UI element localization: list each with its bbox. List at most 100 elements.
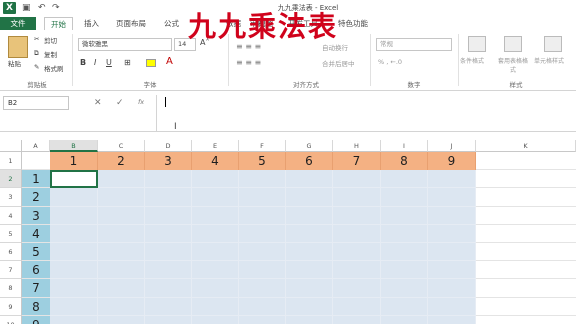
number-format-select[interactable]: 常规 (376, 38, 452, 51)
cell-h10[interactable] (333, 315, 381, 324)
cell-f2[interactable] (239, 170, 286, 189)
cell-j1[interactable]: 9 (428, 152, 476, 171)
select-all-corner[interactable] (0, 140, 22, 152)
cell-d2[interactable] (145, 170, 192, 189)
cell-g2[interactable] (286, 170, 333, 189)
format-painter-icon[interactable]: ✎ (34, 63, 39, 71)
cell-j6[interactable] (428, 243, 476, 262)
cell-b7[interactable] (50, 261, 98, 280)
cell-f8[interactable] (239, 279, 286, 298)
column-header-g[interactable]: G (286, 140, 333, 152)
cell-k1[interactable] (476, 152, 576, 171)
cell-a5[interactable]: 4 (22, 224, 50, 243)
cell-e4[interactable] (192, 206, 239, 225)
cell-f5[interactable] (239, 224, 286, 243)
cell-d5[interactable] (145, 224, 192, 243)
tab-home[interactable]: 开始 (44, 17, 73, 30)
cell-h7[interactable] (333, 261, 381, 280)
cell-j7[interactable] (428, 261, 476, 280)
cell-g7[interactable] (286, 261, 333, 280)
cut-icon[interactable]: ✂ (34, 35, 39, 43)
conditional-format-button[interactable]: 条件格式 (460, 56, 484, 65)
cell-k9[interactable] (476, 298, 576, 316)
conditional-format-icon[interactable] (468, 36, 486, 52)
cell-c4[interactable] (98, 206, 145, 225)
align-left-icon[interactable]: ≡ ≡ ≡ (236, 58, 261, 67)
row-header-10[interactable]: 10 (0, 315, 22, 324)
cell-f9[interactable] (239, 297, 286, 316)
cell-i2[interactable] (381, 170, 428, 189)
cell-g6[interactable] (286, 243, 333, 262)
cell-f6[interactable] (239, 243, 286, 262)
cell-e6[interactable] (192, 243, 239, 262)
cell-e2[interactable] (192, 170, 239, 189)
cell-h8[interactable] (333, 279, 381, 298)
cell-j10[interactable] (428, 315, 476, 324)
active-cell-b2[interactable] (50, 170, 98, 189)
cell-h5[interactable] (333, 224, 381, 243)
cell-g3[interactable] (286, 188, 333, 207)
column-header-c[interactable]: C (98, 140, 145, 152)
cell-b1[interactable]: 1 (50, 152, 98, 171)
cell-styles-icon[interactable] (544, 36, 562, 52)
column-header-d[interactable]: D (145, 140, 192, 152)
cell-a8[interactable]: 7 (22, 279, 50, 298)
underline-button[interactable]: U (106, 58, 112, 67)
cell-i7[interactable] (381, 261, 428, 280)
tab-insert[interactable]: 插入 (78, 17, 105, 30)
cell-d3[interactable] (145, 188, 192, 207)
fill-color-icon[interactable] (146, 59, 156, 67)
cell-b3[interactable] (50, 188, 98, 207)
cell-d1[interactable]: 3 (145, 152, 192, 171)
column-header-k[interactable]: K (476, 140, 576, 152)
cell-j9[interactable] (428, 297, 476, 316)
column-header-j[interactable]: J (428, 140, 476, 152)
cell-a10[interactable]: 9 (22, 315, 50, 324)
copy-button[interactable]: 复制 (44, 49, 57, 59)
cell-e7[interactable] (192, 261, 239, 280)
cell-i5[interactable] (381, 224, 428, 243)
cell-i1[interactable]: 8 (381, 152, 428, 171)
cell-e5[interactable] (192, 224, 239, 243)
row-header-5[interactable]: 5 (0, 224, 22, 243)
cell-h2[interactable] (333, 170, 381, 189)
cell-g9[interactable] (286, 297, 333, 316)
cell-g10[interactable] (286, 315, 333, 324)
row-header-1[interactable]: 1 (0, 152, 22, 171)
cell-b5[interactable] (50, 224, 98, 243)
column-header-a[interactable]: A (22, 140, 50, 152)
cell-c5[interactable] (98, 224, 145, 243)
formula-input[interactable] (156, 95, 576, 131)
cell-c9[interactable] (98, 297, 145, 316)
cell-k8[interactable] (476, 279, 576, 298)
cell-b8[interactable] (50, 279, 98, 298)
cell-g4[interactable] (286, 206, 333, 225)
cell-e1[interactable]: 4 (192, 152, 239, 171)
cell-c8[interactable] (98, 279, 145, 298)
cell-d7[interactable] (145, 261, 192, 280)
cell-c10[interactable] (98, 315, 145, 324)
column-header-b[interactable]: B (50, 140, 98, 152)
cell-d6[interactable] (145, 243, 192, 262)
cell-f3[interactable] (239, 188, 286, 207)
tab-special[interactable]: 特色功能 (332, 17, 374, 30)
cell-h9[interactable] (333, 297, 381, 316)
percent-icon[interactable]: % , ←.0 (378, 58, 402, 66)
cell-h4[interactable] (333, 206, 381, 225)
cell-b10[interactable] (50, 315, 98, 324)
cell-h3[interactable] (333, 188, 381, 207)
cell-c3[interactable] (98, 188, 145, 207)
italic-button[interactable]: I (94, 58, 96, 67)
cell-i6[interactable] (381, 243, 428, 262)
paste-button[interactable]: 粘贴 (8, 58, 21, 68)
cell-c1[interactable]: 2 (98, 152, 145, 171)
cell-k3[interactable] (476, 188, 576, 207)
format-as-table-icon[interactable] (504, 36, 522, 52)
cell-a9[interactable]: 8 (22, 297, 50, 316)
cell-i3[interactable] (381, 188, 428, 207)
cell-k10[interactable] (476, 316, 576, 324)
border-icon[interactable]: ⊞ (124, 58, 131, 67)
cell-k2[interactable] (476, 170, 576, 189)
copy-icon[interactable]: ⧉ (34, 49, 39, 58)
cancel-icon[interactable]: ✕ (94, 98, 102, 108)
